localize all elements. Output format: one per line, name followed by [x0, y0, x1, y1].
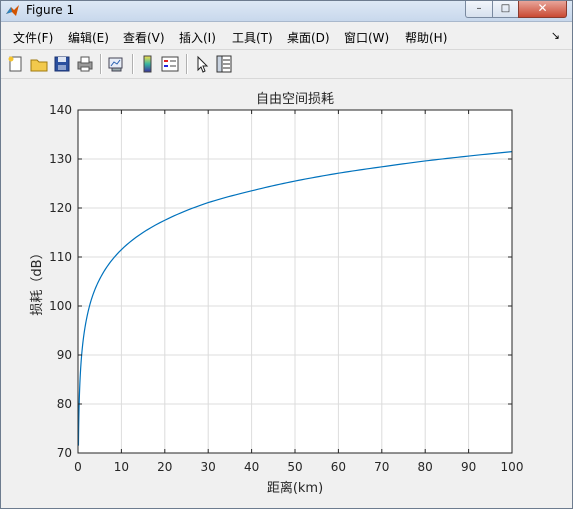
chart-title: 自由空间损耗 [256, 92, 334, 107]
link-plot-icon[interactable] [106, 54, 126, 74]
menu-insert[interactable]: 插入(I) [179, 29, 216, 46]
matlab-logo-icon [6, 5, 19, 16]
x-tick-label: 30 [201, 460, 216, 474]
figure-window: Figure 1 – □ ✕ 文件(F) 编辑(E) 查看(V) 插入(I) 工… [0, 0, 573, 509]
menu-window[interactable]: 窗口(W) [344, 29, 389, 46]
figure-canvas: 0 10 20 30 40 50 60 70 80 90 100 70 80 90 100 110 120 130… [1, 79, 572, 508]
new-figure-icon[interactable] [6, 54, 26, 74]
menu-edit[interactable]: 编辑(E) [68, 29, 109, 46]
y-axis-label: 损耗（dB） [30, 246, 45, 315]
colorbar-icon[interactable] [138, 54, 158, 74]
toolbar-separator [100, 54, 102, 74]
dock-arrow-icon[interactable]: ↘ [551, 29, 560, 42]
property-inspector-icon[interactable] [214, 54, 234, 74]
y-tick-label: 90 [57, 348, 72, 362]
y-tick-label: 130 [49, 152, 72, 166]
x-tick-label: 20 [157, 460, 172, 474]
x-tick-label: 0 [74, 460, 82, 474]
menu-desktop[interactable]: 桌面(D) [287, 29, 330, 46]
minimize-button[interactable]: – [465, 1, 493, 18]
menu-help[interactable]: 帮助(H) [405, 29, 447, 46]
pointer-icon[interactable] [192, 54, 212, 74]
x-tick-label: 100 [501, 460, 524, 474]
menu-view[interactable]: 查看(V) [123, 29, 165, 46]
print-icon[interactable] [75, 54, 95, 74]
save-icon[interactable] [52, 54, 72, 74]
x-tick-label: 90 [461, 460, 476, 474]
x-tick-label: 50 [287, 460, 302, 474]
legend-icon[interactable] [160, 54, 180, 74]
x-tick-label: 10 [114, 460, 129, 474]
x-axis-label: 距离(km) [267, 480, 323, 496]
menu-bar: 文件(F) 编辑(E) 查看(V) 插入(I) 工具(T) 桌面(D) 窗口(W… [1, 23, 572, 49]
y-tick-label: 110 [49, 250, 72, 264]
close-button[interactable]: ✕ [518, 1, 567, 18]
x-tick-label: 70 [374, 460, 389, 474]
x-tick-label: 40 [244, 460, 259, 474]
toolbar-separator [186, 54, 188, 74]
y-tick-label: 140 [49, 103, 72, 117]
figure-toolbar [1, 49, 572, 79]
line-chart[interactable]: 0 10 20 30 40 50 60 70 80 90 100 70 80 90 100 110 120 130… [1, 79, 572, 508]
open-file-icon[interactable] [29, 54, 49, 74]
y-tick-label: 120 [49, 201, 72, 215]
title-bar[interactable]: Figure 1 – □ ✕ [1, 1, 572, 22]
maximize-button[interactable]: □ [492, 1, 519, 18]
x-tick-label: 80 [418, 460, 433, 474]
menu-file[interactable]: 文件(F) [13, 29, 53, 46]
toolbar-separator [132, 54, 134, 74]
x-tick-label: 60 [331, 460, 346, 474]
menu-tools[interactable]: 工具(T) [232, 29, 273, 46]
y-tick-label: 100 [49, 299, 72, 313]
y-tick-label: 80 [57, 397, 72, 411]
y-tick-label: 70 [57, 446, 72, 460]
window-title: Figure 1 [26, 3, 75, 17]
